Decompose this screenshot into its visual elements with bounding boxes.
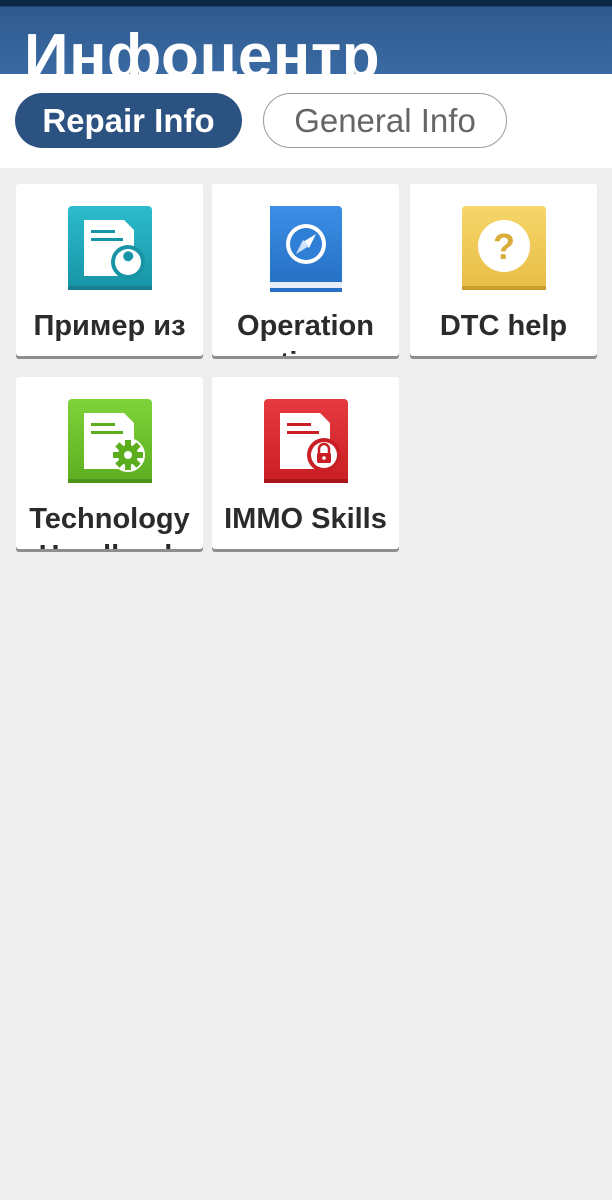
app-title: Инфоцентр: [24, 22, 381, 74]
svg-text:?: ?: [493, 226, 515, 267]
tile-label: Technology Handbook: [29, 503, 190, 549]
tile-label: Пример из практики: [33, 310, 186, 356]
tab-general-info[interactable]: General Info: [263, 93, 507, 148]
app-header: Инфоцентр: [0, 0, 612, 74]
tile-operation-tips[interactable]: Operation tips: [212, 184, 399, 356]
tab-repair-info[interactable]: Repair Info: [15, 93, 242, 148]
tile-label: DTC help: [439, 310, 568, 342]
tab-bar: Repair Info General Info: [0, 74, 612, 168]
tile-immo-skills[interactable]: IMMO Skills: [212, 377, 399, 549]
document-wrench-icon: [67, 206, 152, 290]
document-lock-icon: [263, 399, 348, 483]
tile-label: IMMO Skills: [224, 503, 387, 535]
tile-practice-examples[interactable]: Пример из практики: [16, 184, 203, 356]
document-gear-icon: [67, 399, 152, 483]
tile-dtc-help[interactable]: ? DTC help: [410, 184, 597, 356]
compass-book-icon: [269, 206, 342, 292]
tile-label: Operation tips: [237, 310, 374, 356]
tile-technology-handbook[interactable]: Technology Handbook: [16, 377, 203, 549]
question-mark-icon: ?: [461, 206, 546, 290]
